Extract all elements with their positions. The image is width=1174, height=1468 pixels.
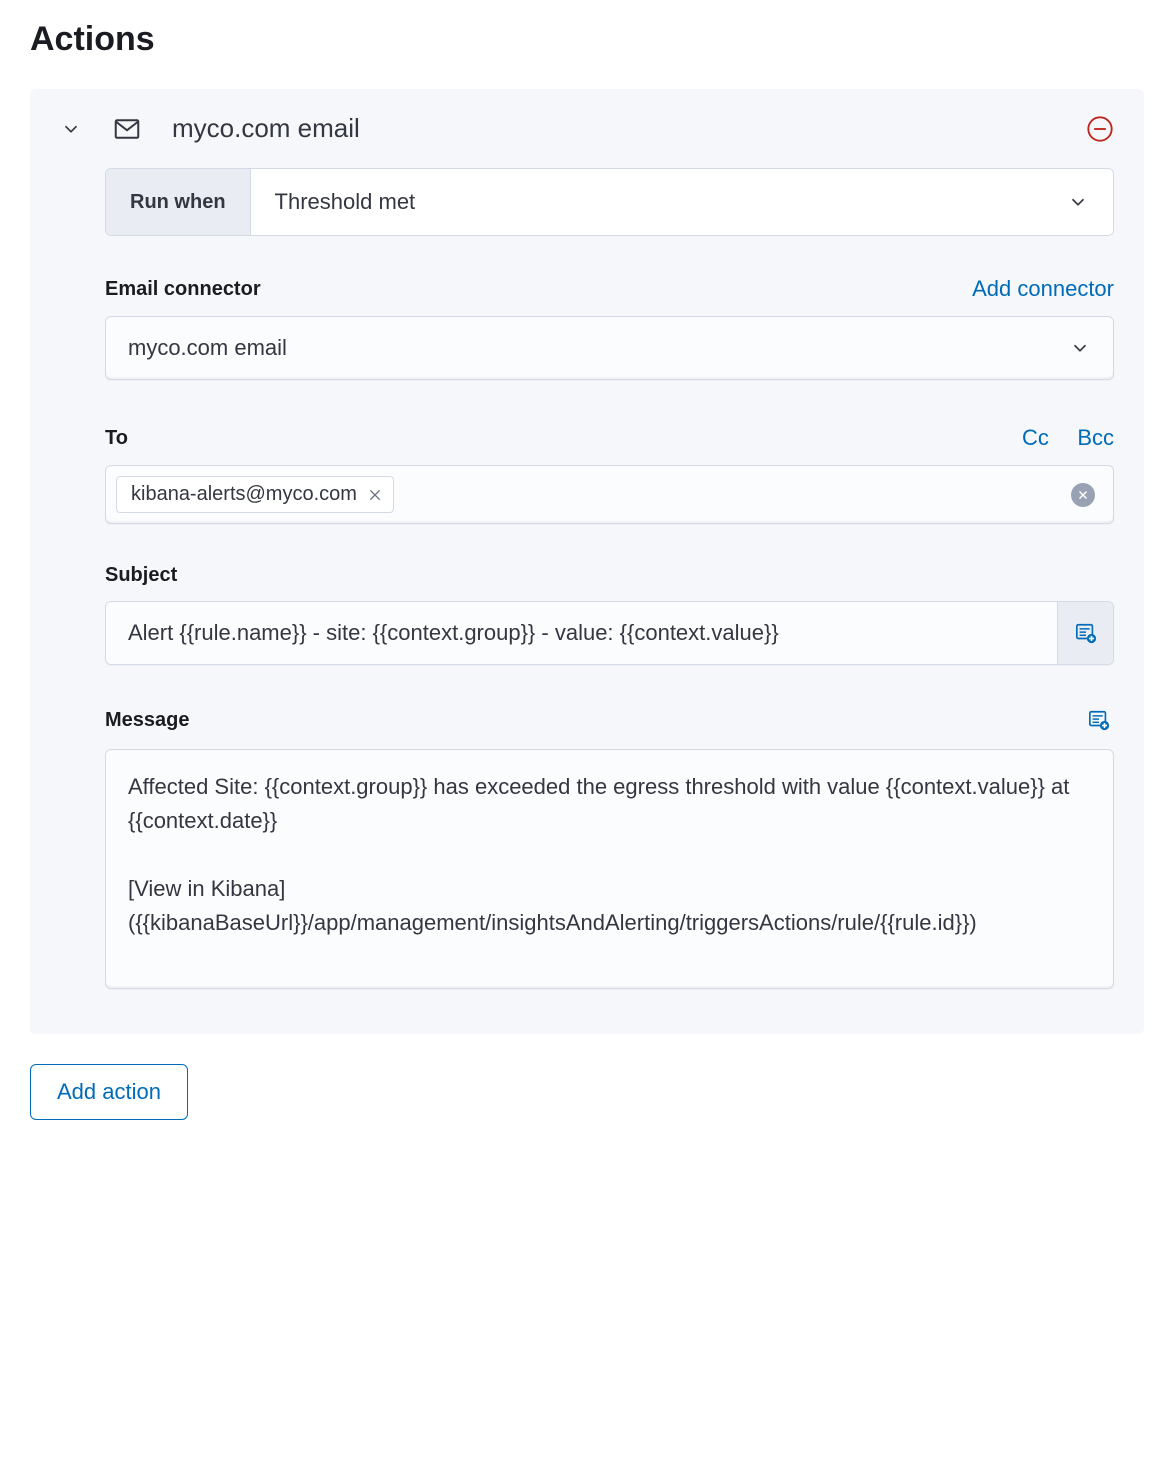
close-icon [367,487,383,503]
connector-label: Email connector [105,278,261,301]
run-when-field: Run when Threshold met [105,168,1114,236]
mail-icon [112,114,142,144]
chevron-down-icon [60,118,82,140]
run-when-label: Run when [106,169,251,235]
to-combo-box[interactable]: kibana-alerts@myco.com [105,465,1114,524]
subject-label: Subject [105,564,1114,587]
action-header: myco.com email [30,89,1144,168]
run-when-value: Threshold met [275,189,416,215]
recipient-value: kibana-alerts@myco.com [131,483,357,506]
action-title: myco.com email [172,113,1066,144]
message-label-row: Message [105,705,1114,735]
remove-recipient-button[interactable] [367,487,383,503]
to-label: To [105,427,128,450]
minus-circle-icon [1086,115,1114,143]
action-body: Run when Threshold met Email connector A… [30,168,1144,1034]
message-label: Message [105,709,190,732]
index-add-icon [1088,709,1110,731]
close-icon [1077,489,1089,501]
page-title: Actions [30,20,1144,59]
collapse-toggle[interactable] [60,118,82,140]
bcc-link[interactable]: Bcc [1077,425,1114,451]
connector-value: myco.com email [128,335,287,361]
remove-action-button[interactable] [1086,115,1114,143]
subject-input[interactable] [106,602,1057,664]
action-panel: myco.com email Run when Threshold met Em… [30,89,1144,1034]
connector-label-row: Email connector Add connector [105,276,1114,302]
connector-select[interactable]: myco.com email [105,316,1114,380]
run-when-select[interactable]: Threshold met [251,169,1113,235]
add-action-button[interactable]: Add action [30,1064,188,1120]
chevron-down-icon [1069,337,1091,359]
message-textarea[interactable] [105,749,1114,989]
cc-link[interactable]: Cc [1022,425,1049,451]
chevron-down-icon [1067,191,1089,213]
insert-variable-message-button[interactable] [1084,705,1114,735]
insert-variable-subject-button[interactable] [1057,602,1113,664]
index-add-icon [1075,622,1097,644]
subject-field [105,601,1114,665]
clear-recipients-button[interactable] [1071,483,1095,507]
to-label-row: To Cc Bcc [105,425,1114,451]
recipient-pill: kibana-alerts@myco.com [116,476,394,513]
add-connector-link[interactable]: Add connector [972,276,1114,302]
